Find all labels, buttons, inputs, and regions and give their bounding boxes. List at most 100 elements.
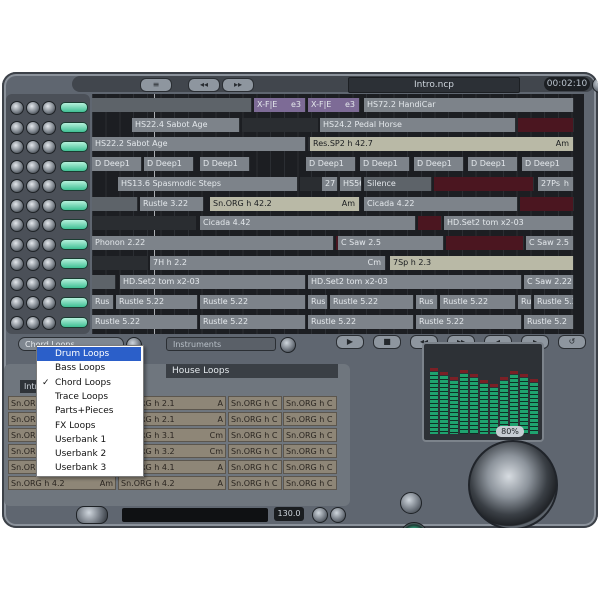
loop-clip[interactable]: D Deep1: [306, 157, 356, 172]
loop-clip[interactable]: D Deep1: [414, 157, 464, 172]
pan-knob-icon[interactable]: [10, 140, 24, 154]
loop-clip[interactable]: [446, 235, 524, 250]
menu-item-parts-pieces[interactable]: Parts+Pieces: [37, 404, 141, 418]
instruments-arrow-icon[interactable]: [280, 337, 296, 353]
track-led[interactable]: [60, 277, 88, 289]
loop-clip[interactable]: D Deep1: [360, 157, 410, 172]
loop-clip[interactable]: X-F|E e3: [308, 98, 360, 112]
loop-clip[interactable]: Rus: [92, 295, 114, 309]
loop-clip[interactable]: [92, 255, 148, 270]
mute-knob-icon[interactable]: [42, 276, 56, 291]
volume-knob-icon[interactable]: [26, 296, 40, 310]
mute-knob-icon[interactable]: [42, 179, 56, 193]
loop-clip[interactable]: D Deep1: [522, 157, 574, 172]
loop-item[interactable]: Sn.ORG h C: [228, 460, 282, 474]
loop-clip[interactable]: [520, 196, 574, 211]
instruments-select[interactable]: Instruments: [166, 337, 276, 351]
rewind-button[interactable]: ◂◂: [188, 78, 220, 92]
volume-knob-icon[interactable]: [26, 315, 40, 330]
track-led[interactable]: [60, 219, 88, 230]
loop-clip[interactable]: Rustle 5.22: [330, 295, 414, 309]
menu-button[interactable]: ≡: [140, 78, 172, 92]
loop-clip[interactable]: HD.Set2 tom x2-03: [120, 275, 306, 290]
mute-knob-icon[interactable]: [42, 315, 56, 330]
loop-clip[interactable]: Rus: [416, 295, 438, 309]
loop-item[interactable]: Sn.ORG h C: [228, 476, 282, 490]
volume-knob-icon[interactable]: [26, 140, 40, 154]
loop-item[interactable]: Sn.ORG h C: [283, 476, 337, 490]
volume-knob-icon[interactable]: [26, 198, 40, 213]
volume-knob-icon[interactable]: [26, 257, 40, 271]
loop-item[interactable]: Sn.ORG h C: [283, 412, 337, 426]
loop-clip[interactable]: Res.SP2 h 42.7 Am: [310, 137, 574, 152]
loop-clip[interactable]: [434, 176, 534, 191]
menu-item-trace-loops[interactable]: Trace Loops: [37, 390, 141, 404]
loop-item[interactable]: Sn.ORG h C: [283, 444, 337, 458]
pan-knob-icon[interactable]: [10, 218, 24, 232]
loop-clip[interactable]: HS24.2 Pedal Horse: [320, 117, 516, 132]
track-led[interactable]: [60, 238, 88, 250]
play-button[interactable]: ▶: [336, 335, 364, 349]
mute-knob-icon[interactable]: [42, 120, 56, 135]
loop-item[interactable]: Sn.ORG h C: [228, 428, 282, 442]
track-led[interactable]: [60, 141, 88, 152]
arrangement-grid[interactable]: X-F|E e3 X-F|E e3 HS72.2 HandiCar HS22.4 Sabo…: [92, 94, 584, 334]
volume-knob-icon[interactable]: [26, 120, 40, 135]
loop-clip[interactable]: [92, 196, 138, 211]
loop-clip[interactable]: HS56: [340, 176, 362, 191]
volume-knob-icon[interactable]: [26, 101, 40, 115]
loop-clip[interactable]: HS22.2 Sabot Age: [92, 137, 306, 152]
loop-clip[interactable]: HS72.2 HandiCar: [364, 98, 574, 112]
loop-item[interactable]: Sn.ORG h C: [228, 396, 282, 410]
track-led[interactable]: [60, 102, 88, 113]
loop-clip[interactable]: Silence: [364, 176, 432, 191]
mute-knob-icon[interactable]: [42, 101, 56, 115]
loop-clip[interactable]: [242, 117, 318, 132]
loop-item[interactable]: Sn.ORG h C: [283, 428, 337, 442]
mute-knob-icon[interactable]: [42, 296, 56, 310]
track-led[interactable]: [60, 199, 88, 211]
loop-clip[interactable]: [92, 98, 252, 112]
settings-icon[interactable]: [592, 77, 598, 93]
loop-clip[interactable]: Rustle 5.22: [416, 314, 522, 329]
pan-knob-icon[interactable]: [10, 179, 24, 193]
loop-clip[interactable]: 7H h 2.2 Cm: [150, 255, 386, 270]
loop-clip[interactable]: 27: [322, 176, 338, 191]
loop-item[interactable]: Sn.ORG h C: [228, 412, 282, 426]
loop-clip[interactable]: [418, 216, 442, 231]
loop-clip[interactable]: Rustle 5.22: [200, 314, 306, 329]
eye-icon[interactable]: [76, 506, 108, 524]
mute-knob-icon[interactable]: [42, 257, 56, 271]
loop-clip[interactable]: [518, 117, 574, 132]
loop-clip[interactable]: Rustle 5.22: [200, 295, 306, 309]
loop-clip[interactable]: Rustle 5.22: [116, 295, 198, 309]
loop-clip[interactable]: 7Sp h 2.3: [390, 255, 574, 270]
volume-knob-icon[interactable]: [26, 276, 40, 291]
volume-knob-icon[interactable]: [26, 179, 40, 193]
mute-knob-icon[interactable]: [42, 237, 56, 252]
loop-clip[interactable]: Rustle 5.22: [440, 295, 516, 309]
mute-knob-icon[interactable]: [42, 140, 56, 154]
loop-item[interactable]: Sn.ORG h 4.2 Am: [8, 476, 116, 490]
loop-item[interactable]: Sn.ORG h 4.2 A: [118, 476, 226, 490]
pan-knob-icon[interactable]: [10, 315, 24, 330]
loop-item[interactable]: Sn.ORG h C: [283, 396, 337, 410]
loop-clip[interactable]: 27Ps h: [538, 176, 574, 191]
tempo-down-icon[interactable]: [312, 507, 328, 523]
mute-knob-icon[interactable]: [42, 218, 56, 232]
menu-item-userbank-2[interactable]: Userbank 2: [37, 447, 141, 461]
mute-knob-icon[interactable]: [42, 159, 56, 174]
menu-item-fx-loops[interactable]: FX Loops: [37, 419, 141, 433]
pan-knob-icon[interactable]: [10, 120, 24, 135]
menu-item-userbank-1[interactable]: Userbank 1: [37, 433, 141, 447]
loop-clip[interactable]: HS22.4 Sabot Age: [132, 117, 240, 132]
loop-clip[interactable]: C Saw 2.5: [338, 235, 444, 250]
loop-clip[interactable]: [92, 275, 116, 290]
loop-clip[interactable]: Cicada 4.42: [200, 216, 416, 231]
pan-knob-icon[interactable]: [10, 101, 24, 115]
loop-clip[interactable]: Rustle 3.22: [140, 196, 204, 211]
track-led[interactable]: [60, 297, 88, 308]
loop-clip[interactable]: HD.Set2 tom x2-03: [444, 216, 574, 231]
loop-clip[interactable]: Rustle 5.22: [308, 314, 414, 329]
stop-button[interactable]: ■: [373, 335, 401, 349]
